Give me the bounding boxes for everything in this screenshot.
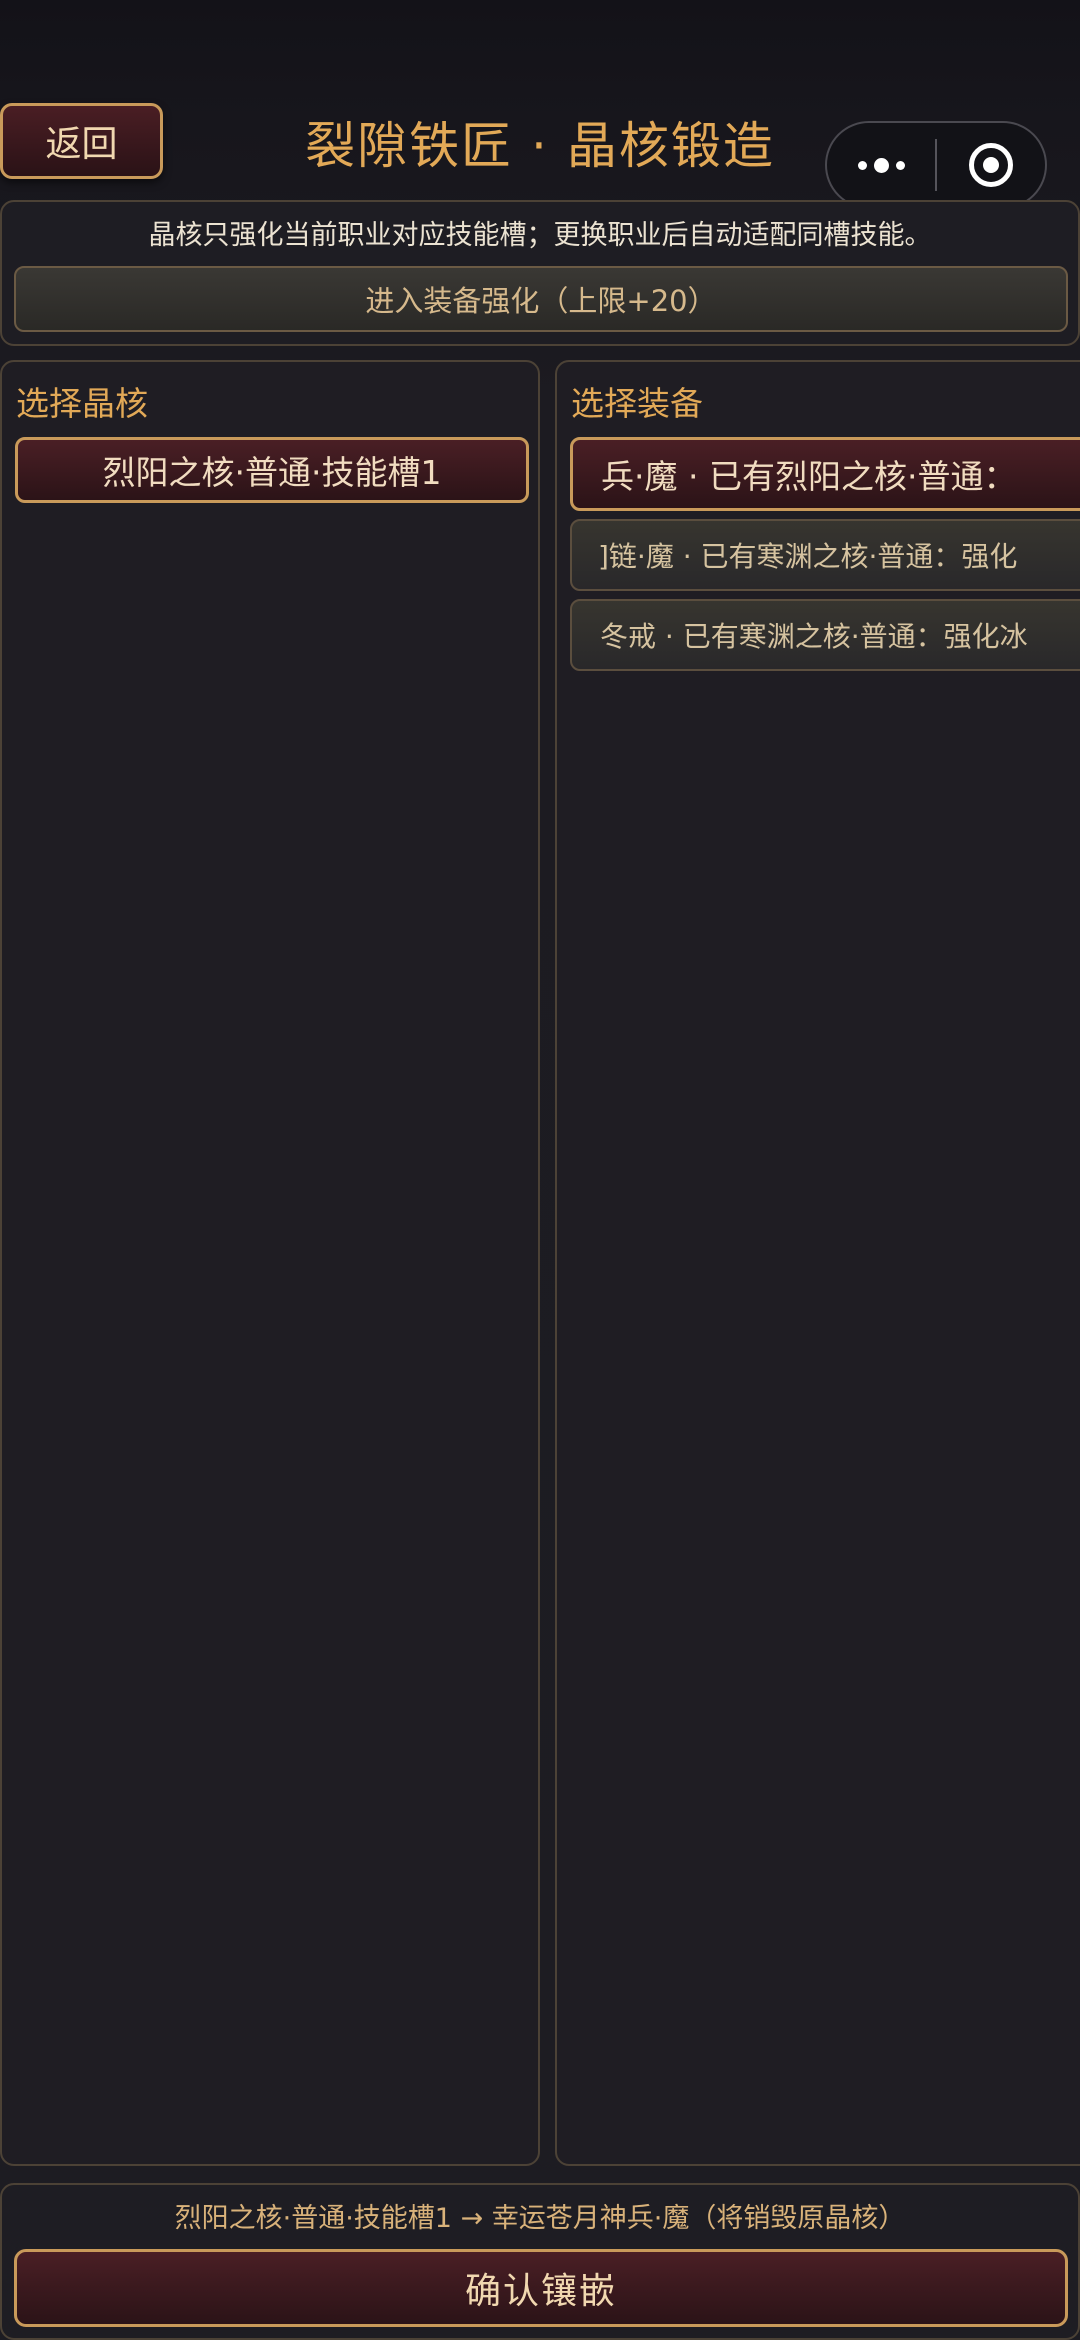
target-circle-icon: [969, 143, 1013, 187]
equipment-item-label: ]链·魔 · 已有寒渊之核·普通：强化: [598, 540, 1018, 573]
core-item-selected[interactable]: 烈阳之核·普通·技能槽1: [15, 437, 529, 503]
close-button[interactable]: [937, 123, 1045, 207]
back-button[interactable]: 返回: [0, 103, 163, 179]
core-column-title: 选择晶核: [16, 384, 148, 423]
more-dots-icon: [857, 157, 905, 173]
inlay-summary: 烈阳之核·普通·技能槽1 → 幸运苍月神兵·魔（将销毁原晶核）: [174, 2203, 906, 2234]
forge-screen: 返回 裂隙铁匠 · 晶核锻造 晶核只强化当前职业对应技能槽；更换职业后自动适配同…: [0, 0, 1080, 2340]
enhance-equipment-button[interactable]: 进入装备强化（上限+20）: [14, 266, 1068, 332]
equipment-list: 兵·魔 · 已有烈阳之核·普通： ]链·魔 · 已有寒渊之核·普通：强化 冬戒 …: [570, 437, 1080, 671]
core-column: 选择晶核 烈阳之核·普通·技能槽1: [0, 360, 540, 2166]
mini-program-capsule: [825, 121, 1047, 209]
confirm-inlay-button[interactable]: 确认镶嵌: [14, 2249, 1068, 2327]
equipment-column: 选择装备 兵·魔 · 已有烈阳之核·普通： ]链·魔 · 已有寒渊之核·普通：强…: [555, 360, 1080, 2166]
more-button[interactable]: [827, 123, 935, 207]
equipment-column-title: 选择装备: [571, 384, 703, 423]
equipment-item[interactable]: ]链·魔 · 已有寒渊之核·普通：强化: [570, 519, 1080, 591]
info-text: 晶核只强化当前职业对应技能槽；更换职业后自动适配同槽技能。: [148, 220, 932, 251]
confirm-panel: 烈阳之核·普通·技能槽1 → 幸运苍月神兵·魔（将销毁原晶核） 确认镶嵌: [0, 2183, 1080, 2340]
equipment-item-label: 兵·魔 · 已有烈阳之核·普通：: [601, 457, 1017, 496]
info-panel: 晶核只强化当前职业对应技能槽；更换职业后自动适配同槽技能。 进入装备强化（上限+…: [0, 200, 1080, 346]
equipment-item[interactable]: 冬戒 · 已有寒渊之核·普通：强化冰: [570, 599, 1080, 671]
equipment-item-label: 冬戒 · 已有寒渊之核·普通：强化冰: [600, 620, 1028, 653]
equipment-item-selected[interactable]: 兵·魔 · 已有烈阳之核·普通：: [570, 437, 1080, 511]
page-title: 裂隙铁匠 · 晶核锻造: [305, 117, 775, 175]
